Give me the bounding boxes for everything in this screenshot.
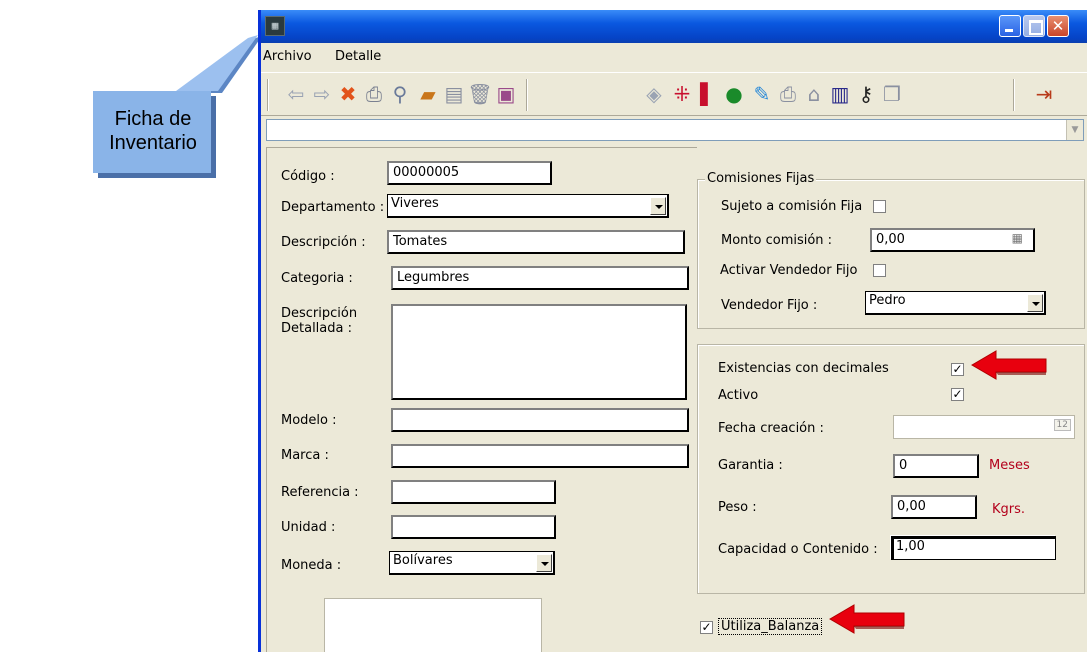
app-icon[interactable]: ▦ [265, 16, 285, 36]
chevron-down-icon[interactable] [650, 197, 666, 215]
descripcion-field[interactable]: Tomates [387, 230, 685, 254]
fecha-label: Fecha creación : [718, 421, 824, 436]
categoria-field[interactable]: Legumbres [391, 266, 689, 290]
activar-label: Activar Vendedor Fijo [720, 263, 858, 278]
peso-field[interactable]: 0,00 [891, 495, 977, 519]
chart-icon[interactable]: ▥ [827, 80, 853, 108]
maximize-button[interactable] [1023, 15, 1045, 37]
desc-detallada-textarea[interactable] [391, 304, 687, 400]
referencia-field[interactable] [391, 480, 556, 504]
delete-x-icon[interactable]: ✖ [335, 80, 361, 108]
chevron-down-icon[interactable] [1027, 294, 1043, 312]
garantia-label: Garantia : [718, 458, 783, 473]
barcode-icon[interactable]: ▌ [695, 80, 721, 108]
existencias-checkbox[interactable]: ✓ [951, 363, 964, 376]
activo-label: Activo [718, 388, 759, 403]
garantia-field[interactable]: 0 [893, 454, 979, 478]
departamento-value: Viveres [391, 196, 439, 211]
trash-icon[interactable]: 🗑 [467, 80, 493, 108]
capacidad-field[interactable]: 1,00 [891, 536, 1056, 560]
departamento-select[interactable]: Viveres [387, 194, 669, 218]
moneda-value: Bolívares [393, 553, 453, 568]
departamento-label: Departamento : [281, 200, 385, 215]
vendedor-value: Pedro [869, 293, 906, 308]
descripcion-label: Descripción : [281, 235, 366, 250]
close-button[interactable] [1047, 15, 1069, 37]
toolbar-separator-2 [1013, 79, 1015, 111]
desc-detallada-label-2: Detallada : [281, 321, 352, 336]
print-icon[interactable]: ⎙ [361, 80, 387, 108]
moneda-select[interactable]: Bolívares [389, 551, 555, 575]
sujeto-label: Sujeto a comisión Fija [721, 199, 863, 214]
activar-checkbox[interactable] [873, 264, 886, 277]
menu-detalle[interactable]: Detalle [335, 49, 381, 64]
peso-unit: Kgrs. [992, 502, 1026, 517]
vendedor-label: Vendedor Fijo : [721, 298, 818, 313]
tag-icon[interactable]: ◈ [641, 80, 667, 108]
edit-icon[interactable]: ▤ [441, 80, 467, 108]
forward-arrow-icon[interactable]: ⇨ [309, 80, 335, 108]
record-selector[interactable]: ▼ [266, 119, 1084, 141]
calculator-icon[interactable]: ▦ [1012, 231, 1023, 245]
callout-line-1: Ficha de [114, 108, 192, 130]
exit-icon[interactable]: ⇥ [1031, 80, 1057, 108]
toolbar-grip [267, 79, 269, 111]
peso-label: Peso : [718, 500, 757, 515]
monto-field[interactable]: 0,00 ▦ [870, 228, 1035, 252]
printer2-icon[interactable]: ⎙ [775, 80, 801, 108]
menu-bar: Archivo Detalle [261, 46, 1087, 68]
image-box[interactable] [324, 598, 542, 652]
title-bar[interactable]: ▦ [261, 10, 1087, 43]
copy-icon[interactable]: ❐ [879, 80, 905, 108]
vendedor-select[interactable]: Pedro [865, 291, 1046, 315]
red-arrow-existencias [971, 350, 1047, 380]
comisiones-title: Comisiones Fijas [705, 171, 817, 186]
codigo-label: Código : [281, 169, 335, 184]
sujeto-checkbox[interactable] [873, 200, 886, 213]
monto-label: Monto comisión : [721, 233, 833, 248]
modelo-field[interactable] [391, 408, 689, 432]
marca-label: Marca : [281, 448, 329, 463]
moneda-label: Moneda : [281, 558, 342, 573]
chevron-down-icon[interactable] [536, 554, 552, 572]
toolbar: ⇦ ⇨ ✖ ⎙ ⚲ ▰ ▤ 🗑 ▣ ◈ ⁜ ▌ ● ✎ ⎙ ⌂ ▥ ⚷ ❐ ⇥ [261, 72, 1087, 116]
calendar-icon[interactable]: 12 [1053, 419, 1071, 431]
grid-icon[interactable]: ⁜ [669, 80, 695, 108]
menu-archivo[interactable]: Archivo [263, 49, 312, 64]
callout-line-2: Inventario [109, 132, 197, 154]
capacidad-label: Capacidad o Contenido : [718, 542, 878, 557]
modelo-label: Modelo : [281, 413, 337, 428]
keys-icon[interactable]: ⚷ [853, 80, 879, 108]
codigo-field[interactable]: 00000005 [387, 161, 552, 185]
back-arrow-icon[interactable]: ⇦ [283, 80, 309, 108]
red-arrow-balanza [829, 604, 905, 634]
referencia-label: Referencia : [281, 485, 359, 500]
dollar-icon[interactable]: ● [721, 80, 747, 108]
marca-field[interactable] [391, 444, 689, 468]
garantia-unit: Meses [989, 458, 1030, 473]
chevron-down-icon[interactable]: ▼ [1066, 120, 1083, 140]
app-window: ▦ Archivo Detalle ⇦ ⇨ ✖ ⎙ ⚲ ▰ ▤ 🗑 ▣ ◈ ⁜ … [258, 10, 1087, 652]
balanza-checkbox[interactable]: ✓ [700, 621, 713, 634]
existencias-label: Existencias con decimales [718, 361, 889, 376]
activo-checkbox[interactable]: ✓ [951, 388, 964, 401]
unidad-label: Unidad : [281, 520, 336, 535]
balanza-label[interactable]: Utiliza_Balanza [718, 618, 823, 635]
callout-label: Ficha de Inventario [98, 107, 208, 155]
monto-value: 0,00 [876, 232, 905, 247]
search-icon[interactable]: ⚲ [387, 80, 413, 108]
screenshot-stage: Ficha de Inventario ▦ Archivo Detalle ⇦ … [0, 0, 1087, 652]
open-folder-icon[interactable]: ▰ [415, 80, 441, 108]
save-icon[interactable]: ▣ [493, 80, 519, 108]
fecha-field[interactable]: 12 [893, 415, 1075, 439]
desc-detallada-label-1: Descripción [281, 306, 358, 321]
minimize-button[interactable] [999, 15, 1021, 37]
unidad-field[interactable] [391, 515, 556, 539]
house-icon[interactable]: ⌂ [801, 80, 827, 108]
toolbar-separator [526, 79, 528, 111]
pencil-icon[interactable]: ✎ [749, 80, 775, 108]
categoria-label: Categoria : [281, 271, 353, 286]
